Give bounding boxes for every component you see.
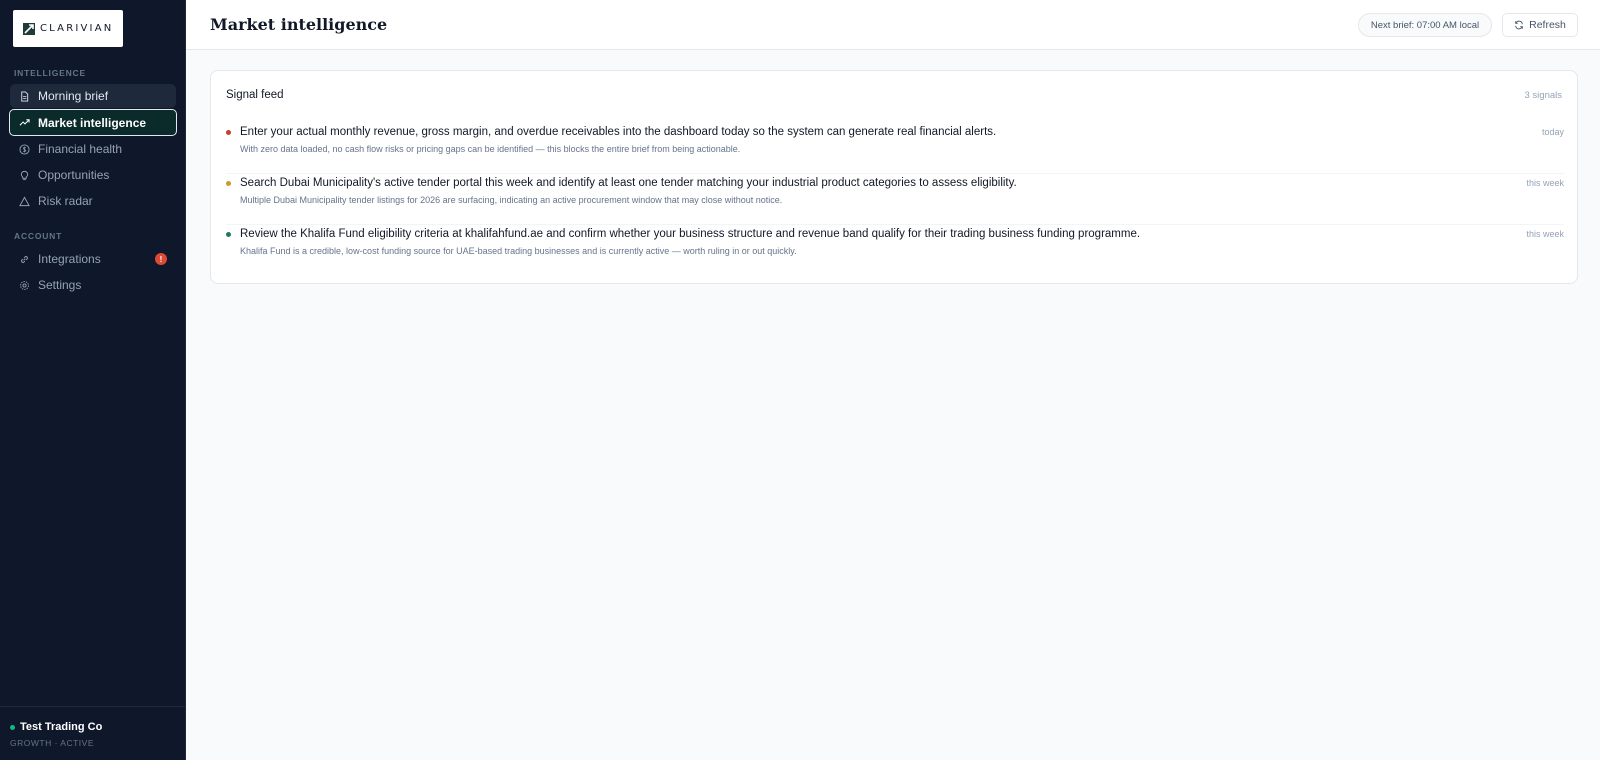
lightbulb-icon [18,169,30,181]
signal-timeframe: this week [1526,229,1564,239]
page-title: Market intelligence [210,15,388,34]
sidebar-item-label: Market intelligence [38,115,147,130]
logo-text: CLARIVIAN [40,23,114,34]
sidebar-footer: Test Trading Co GROWTH · ACTIVE [0,706,186,760]
integrations-alert-badge: ! [155,253,167,265]
signal-timeframe: this week [1526,178,1564,188]
sidebar-item-risk-radar[interactable]: Risk radar [10,189,176,213]
signal-feed-card: Signal feed 3 signals Enter your actual … [210,70,1578,284]
dollar-circle-icon [18,143,30,155]
priority-dot-icon [226,181,231,186]
signal-item[interactable]: Review the Khalifa Fund eligibility crit… [226,225,1564,276]
company-name: Test Trading Co [20,721,103,733]
plan-status: GROWTH · ACTIVE [10,738,94,748]
link-icon [18,253,30,265]
gear-icon [18,279,30,291]
priority-dot-icon [226,130,231,135]
sidebar-item-label: Opportunities [38,168,110,182]
signal-description: With zero data loaded, no cash flow risk… [240,144,741,154]
signal-description: Multiple Dubai Municipality tender listi… [240,195,783,205]
company-indicator[interactable]: Test Trading Co [10,721,102,733]
priority-dot-icon [226,232,231,237]
refresh-button[interactable]: Refresh [1502,13,1578,37]
section-label-intelligence: INTELLIGENCE [14,68,86,78]
top-header: Market intelligence Next brief: 07:00 AM… [186,0,1600,50]
sidebar-item-label: Integrations [38,252,101,266]
logo-mark-icon [23,22,35,35]
signal-title: Enter your actual monthly revenue, gross… [240,126,997,138]
sidebar-item-opportunities[interactable]: Opportunities [10,163,176,187]
sidebar-item-label: Settings [38,278,82,292]
sidebar-item-financial-health[interactable]: Financial health [10,137,176,161]
section-label-account: ACCOUNT [14,231,63,241]
sidebar-item-settings[interactable]: Settings [10,273,176,297]
sidebar-item-market-intelligence[interactable]: Market intelligence [9,109,177,136]
sidebar-item-label: Financial health [38,142,123,156]
signal-title: Search Dubai Municipality's active tende… [240,177,1017,189]
sidebar: CLARIVIAN INTELLIGENCE Morning brief Mar… [0,0,186,760]
refresh-label: Refresh [1529,19,1566,31]
sidebar-item-integrations[interactable]: Integrations ! [10,247,176,271]
document-icon [18,90,30,102]
signal-item[interactable]: Enter your actual monthly revenue, gross… [226,123,1564,174]
status-dot-icon [10,724,15,730]
signal-description: Khalifa Fund is a credible, low-cost fun… [240,246,797,256]
signal-title: Review the Khalifa Fund eligibility crit… [240,228,1141,240]
sidebar-item-label: Risk radar [38,194,93,208]
trending-up-icon [18,117,30,129]
signal-count: 3 signals [1524,90,1563,101]
sidebar-item-label: Morning brief [38,89,109,103]
refresh-icon [1515,20,1523,30]
card-title: Signal feed [226,89,284,101]
warning-triangle-icon [18,195,30,207]
signal-item[interactable]: Search Dubai Municipality's active tende… [226,174,1564,225]
sidebar-item-morning-brief[interactable]: Morning brief [10,84,176,108]
next-brief-pill: Next brief: 07:00 AM local [1358,13,1492,37]
logo[interactable]: CLARIVIAN [13,10,123,47]
signal-timeframe: today [1541,127,1564,137]
